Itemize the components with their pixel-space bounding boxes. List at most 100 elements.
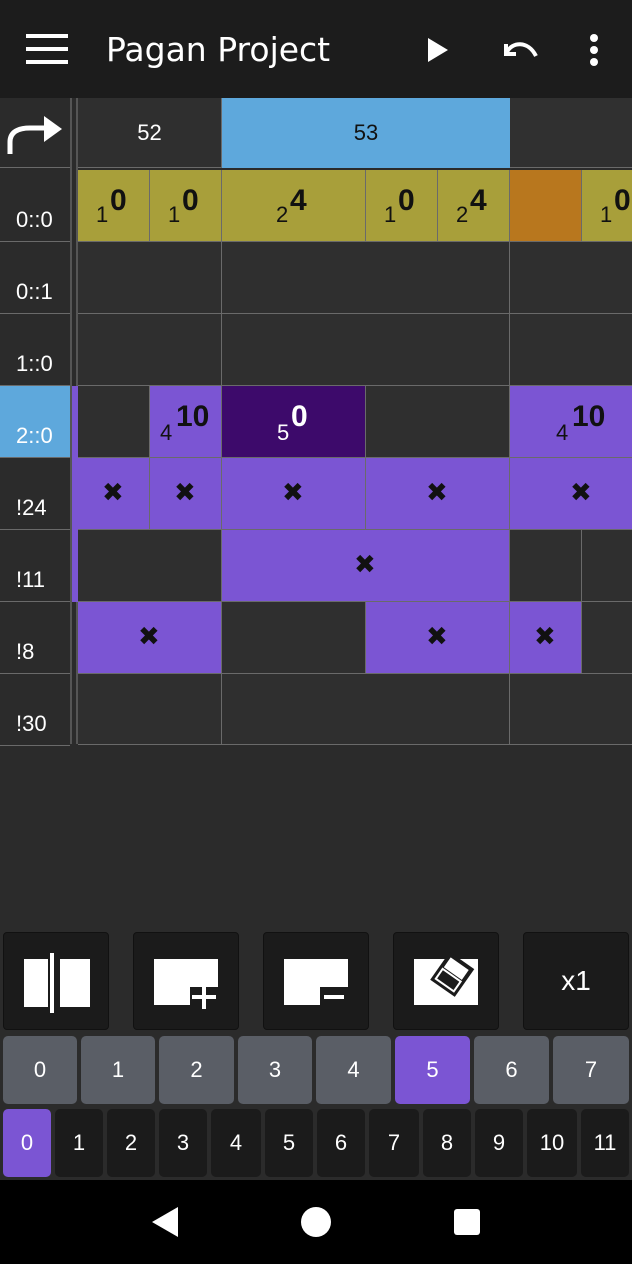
empty-cell[interactable] bbox=[78, 386, 150, 458]
empty-cell[interactable] bbox=[78, 242, 222, 314]
x-mark-icon: ✖ bbox=[354, 550, 376, 580]
control-cell[interactable]: ✖ bbox=[78, 458, 150, 530]
octave-key[interactable]: 2 bbox=[159, 1036, 234, 1104]
octave-key-selected[interactable]: 5 bbox=[395, 1036, 470, 1104]
beat-header[interactable] bbox=[510, 98, 632, 168]
note-cell[interactable]: 10 bbox=[582, 170, 632, 242]
note-key[interactable]: 3 bbox=[159, 1109, 207, 1177]
empty-cell[interactable] bbox=[582, 530, 632, 602]
octave-key[interactable]: 6 bbox=[474, 1036, 549, 1104]
eraser-icon bbox=[414, 951, 478, 1005]
empty-cell[interactable] bbox=[510, 674, 632, 745]
note-cell[interactable]: 4 10 bbox=[150, 386, 222, 458]
erase-button[interactable] bbox=[393, 932, 499, 1030]
empty-cell[interactable] bbox=[78, 314, 222, 386]
corner-cell[interactable] bbox=[0, 98, 70, 168]
row-label-text: 1::0 bbox=[16, 351, 53, 376]
undo-icon[interactable] bbox=[498, 30, 542, 70]
note-key[interactable]: 9 bbox=[475, 1109, 523, 1177]
repeat-button[interactable]: x1 bbox=[523, 932, 629, 1030]
note-cell[interactable]: 24 bbox=[222, 170, 366, 242]
row-label[interactable]: !8 bbox=[0, 602, 70, 674]
note-key[interactable]: 7 bbox=[369, 1109, 419, 1177]
note-cell-active[interactable]: 50 bbox=[222, 386, 366, 458]
control-cell[interactable]: ✖ bbox=[366, 602, 510, 674]
menu-icon[interactable] bbox=[24, 30, 72, 70]
empty-cell[interactable] bbox=[510, 242, 632, 314]
x-mark-icon: ✖ bbox=[534, 622, 556, 652]
row-label-text: !30 bbox=[16, 711, 47, 736]
control-cell[interactable]: ✖ bbox=[510, 602, 582, 674]
row-label[interactable]: !30 bbox=[0, 674, 70, 746]
note-cell[interactable]: 10 bbox=[78, 170, 150, 242]
play-icon[interactable] bbox=[422, 32, 454, 68]
control-cell[interactable]: ✖ bbox=[78, 602, 222, 674]
note-key[interactable]: 11 bbox=[581, 1109, 629, 1177]
row-label-text: !11 bbox=[16, 567, 45, 592]
note-cell[interactable]: 24 bbox=[438, 170, 510, 242]
row-label[interactable]: !24 bbox=[0, 458, 70, 530]
remove-beat-icon bbox=[284, 959, 348, 1009]
octave-key[interactable]: 0 bbox=[3, 1036, 77, 1104]
row-label[interactable]: !11 bbox=[0, 530, 70, 602]
control-cell[interactable]: ✖ bbox=[150, 458, 222, 530]
empty-cell[interactable] bbox=[222, 314, 510, 386]
empty-cell[interactable] bbox=[222, 602, 366, 674]
note-key[interactable]: 5 bbox=[265, 1109, 313, 1177]
note-key[interactable]: 4 bbox=[211, 1109, 261, 1177]
nav-recents-icon[interactable] bbox=[452, 1207, 482, 1237]
control-cell[interactable]: ✖ bbox=[366, 458, 510, 530]
note-key[interactable]: 10 bbox=[527, 1109, 577, 1177]
insert-beat-button[interactable] bbox=[133, 932, 239, 1030]
x-mark-icon: ✖ bbox=[174, 478, 196, 508]
octave-key[interactable]: 3 bbox=[238, 1036, 312, 1104]
x-mark-icon: ✖ bbox=[426, 622, 448, 652]
insert-beat-icon bbox=[154, 959, 218, 1009]
note-key-selected[interactable]: 0 bbox=[3, 1109, 51, 1177]
system-nav-bar bbox=[0, 1180, 632, 1264]
redo-arrow-icon bbox=[7, 116, 62, 154]
note-cell[interactable]: 4 10 bbox=[510, 386, 632, 458]
empty-cell[interactable] bbox=[510, 314, 632, 386]
row-label-selected[interactable]: 2::0 bbox=[0, 386, 70, 458]
more-vert-icon[interactable] bbox=[582, 30, 606, 70]
note-key[interactable]: 6 bbox=[317, 1109, 365, 1177]
beat-header[interactable]: 52 bbox=[78, 98, 222, 168]
nav-back-icon[interactable] bbox=[148, 1204, 184, 1240]
empty-cell[interactable] bbox=[222, 674, 510, 745]
split-column-icon bbox=[24, 953, 90, 1013]
note-key[interactable]: 1 bbox=[55, 1109, 103, 1177]
note-key[interactable]: 2 bbox=[107, 1109, 155, 1177]
empty-cell[interactable] bbox=[78, 530, 222, 602]
row-label-text: !24 bbox=[16, 495, 47, 520]
empty-cell[interactable] bbox=[78, 674, 222, 745]
nav-home-icon[interactable] bbox=[298, 1204, 334, 1240]
note-cell[interactable]: 10 bbox=[366, 170, 438, 242]
octave-key[interactable]: 4 bbox=[316, 1036, 391, 1104]
x-mark-icon: ✖ bbox=[102, 478, 124, 508]
row-label-text: 0::1 bbox=[16, 279, 53, 304]
remove-beat-button[interactable] bbox=[263, 932, 369, 1030]
empty-cell[interactable] bbox=[582, 602, 632, 674]
control-cell[interactable]: ✖ bbox=[222, 530, 510, 602]
control-cell[interactable]: ✖ bbox=[510, 458, 632, 530]
x-mark-icon: ✖ bbox=[570, 478, 592, 508]
octave-key[interactable]: 1 bbox=[81, 1036, 155, 1104]
row-label-text: 0::0 bbox=[16, 207, 53, 232]
note-cell[interactable]: 10 bbox=[150, 170, 222, 242]
note-key[interactable]: 8 bbox=[423, 1109, 471, 1177]
row-label[interactable]: 1::0 bbox=[0, 314, 70, 386]
app-bar: Pagan Project bbox=[0, 0, 632, 98]
x-mark-icon: ✖ bbox=[138, 622, 160, 652]
row-label[interactable]: 0::1 bbox=[0, 242, 70, 314]
beat-header-selected[interactable]: 53 bbox=[222, 98, 510, 168]
empty-cell[interactable] bbox=[366, 386, 510, 458]
row-label[interactable]: 0::0 bbox=[0, 170, 70, 242]
control-cell[interactable]: ✖ bbox=[222, 458, 366, 530]
split-button[interactable] bbox=[3, 932, 109, 1030]
app-title: Pagan Project bbox=[106, 30, 331, 69]
note-cell[interactable] bbox=[510, 170, 582, 242]
empty-cell[interactable] bbox=[510, 530, 582, 602]
empty-cell[interactable] bbox=[222, 242, 510, 314]
octave-key[interactable]: 7 bbox=[553, 1036, 629, 1104]
